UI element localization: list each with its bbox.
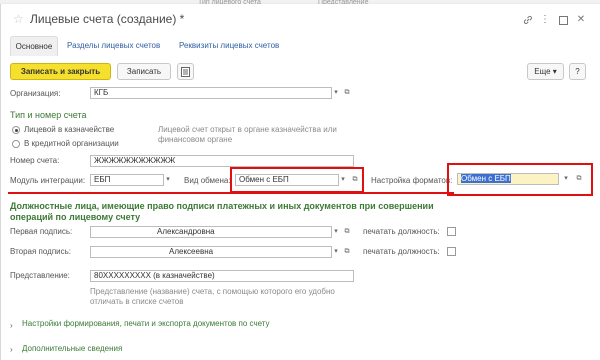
first-signature-dropdown-icon[interactable]: ▾ [331, 226, 341, 238]
representation-field[interactable]: 80ХХХХХХХХХ (в казначействе) [90, 270, 354, 282]
integration-module-dropdown-icon[interactable]: ▾ [163, 174, 173, 186]
second-signature-field[interactable]: Алексеевна [90, 246, 332, 258]
first-print-position-label: печатать должность: [363, 227, 440, 236]
save-button[interactable]: Записать [117, 63, 171, 80]
second-signature-dropdown-icon[interactable]: ▾ [331, 246, 341, 258]
more-menu-button[interactable]: Еще ▾ [527, 63, 564, 80]
integration-module-field[interactable]: ЕБП [90, 174, 164, 186]
representation-hint: Представление (название) счета, с помощь… [90, 287, 335, 306]
radio-treasury[interactable] [12, 126, 20, 134]
save-and-close-button[interactable]: Записать и закрыть [10, 63, 111, 80]
second-signature-open-icon[interactable]: ⧉ [342, 246, 352, 258]
window-title: Лицевые счета (создание) * [30, 12, 185, 26]
more-menu-label: Еще [534, 67, 551, 76]
radio-treasury-label: Лицевой в казначействе [24, 125, 115, 134]
tab-account-sections[interactable]: Разделы лицевых счетов [67, 36, 160, 56]
organization-label: Организация: [10, 89, 61, 98]
first-signature-field[interactable]: Александровна [90, 226, 332, 238]
second-print-position-checkbox[interactable] [447, 247, 456, 256]
organization-field[interactable]: КГБ [90, 87, 332, 99]
chevron-down-icon: ▾ [552, 67, 557, 76]
settings-link[interactable]: Настройки формирования, печати и экспорт… [22, 319, 272, 329]
second-signature-label: Вторая подпись: [10, 247, 72, 256]
chevron-right-icon: › [10, 321, 13, 330]
chevron-right-icon-2: › [10, 345, 13, 354]
link-icon[interactable] [521, 13, 535, 27]
organization-open-icon[interactable]: ⧉ [342, 87, 352, 99]
organization-dropdown-icon[interactable]: ▾ [331, 87, 341, 99]
highlight-format-settings [447, 163, 593, 196]
representation-label: Представление: [10, 271, 70, 280]
additional-info-link[interactable]: Дополнительные сведения [22, 344, 122, 354]
second-print-position-label: печатать должность: [363, 247, 440, 256]
exchange-type-label: Вид обмена: [184, 176, 231, 185]
account-type-hint: Лицевой счет открыт в органе казначейств… [158, 125, 337, 144]
first-signature-label: Первая подпись: [10, 227, 73, 236]
first-print-position-checkbox[interactable] [447, 227, 456, 236]
radio-credit-org[interactable] [12, 140, 20, 148]
account-number-label: Номер счета: [10, 156, 60, 165]
help-button[interactable]: ? [569, 63, 586, 80]
highlight-exchange-type [230, 167, 364, 193]
radio-credit-org-label: В кредитной организации [24, 139, 119, 148]
tab-main[interactable]: Основное [10, 36, 58, 56]
account-number-field[interactable]: ЖЖЖЖЖЖЖЖЖЖЖ [90, 155, 354, 167]
document-list-icon[interactable] [177, 63, 194, 80]
format-settings-label: Настройка форматов: [371, 176, 453, 185]
officials-title: Должностные лица, имеющие право подписи … [10, 201, 434, 222]
maximize-icon[interactable] [556, 13, 570, 27]
star-icon[interactable]: ☆ [13, 12, 25, 26]
integration-module-label: Модуль интеграции: [10, 176, 86, 185]
tab-account-details[interactable]: Реквизиты лицевых счетов [179, 36, 279, 56]
close-icon[interactable]: ✕ [574, 13, 588, 27]
more-vertical-icon[interactable]: ⋮ [538, 13, 552, 27]
first-signature-open-icon[interactable]: ⧉ [342, 226, 352, 238]
highlight-underline [8, 192, 454, 194]
account-type-title: Тип и номер счета [10, 110, 87, 120]
